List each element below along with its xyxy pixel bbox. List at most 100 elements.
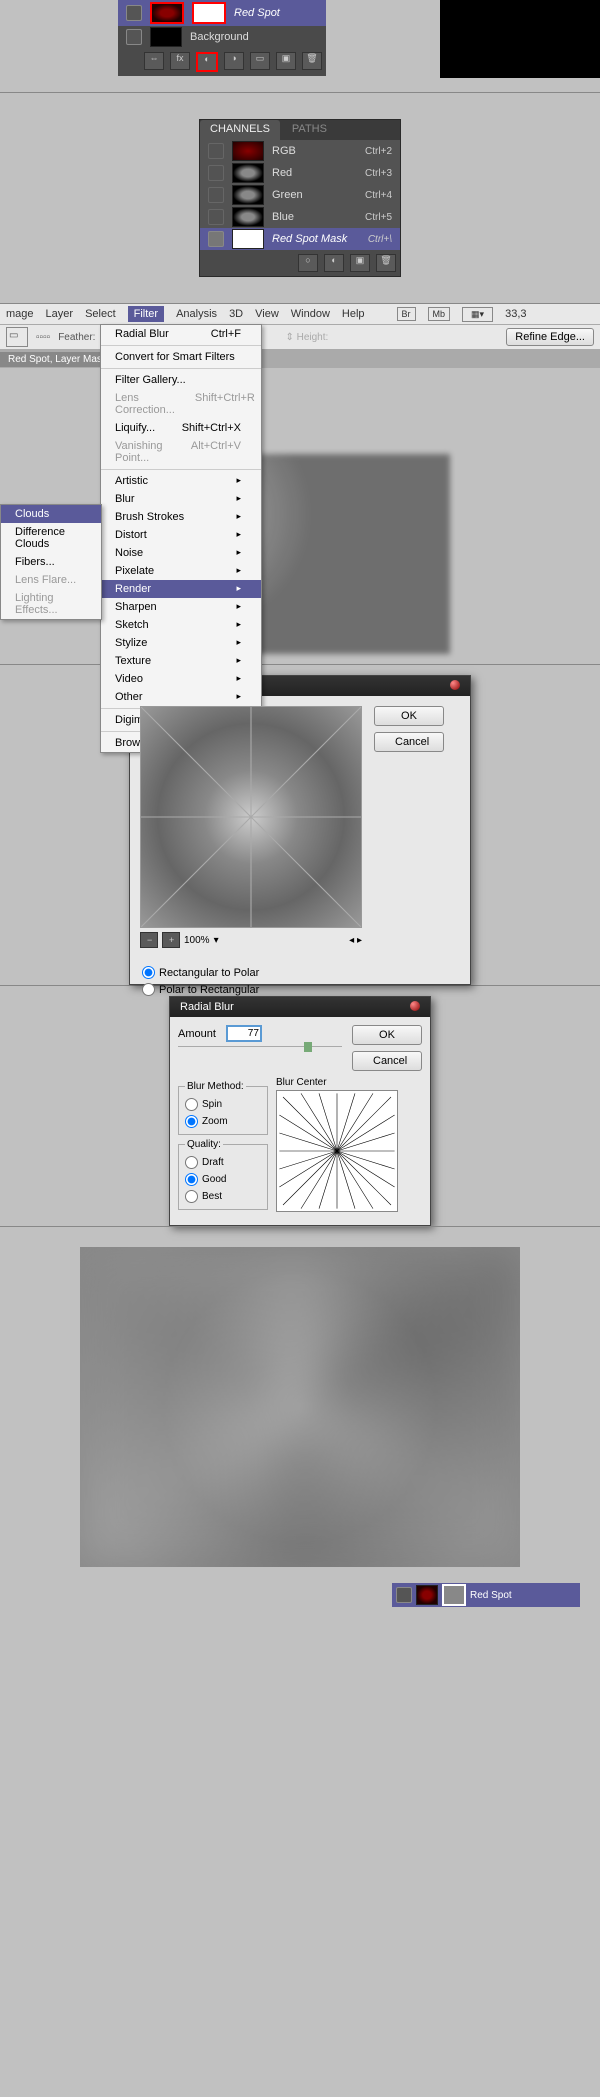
link-icon[interactable]: ⇔ — [144, 52, 164, 70]
menu-image[interactable]: mage — [6, 308, 34, 320]
cancel-button[interactable]: Cancel — [374, 732, 444, 752]
trash-icon[interactable]: 🗑 — [376, 254, 396, 272]
menu-item-pixelate[interactable]: Pixelate — [101, 562, 261, 580]
menu-item-last-filter[interactable]: Radial BlurCtrl+F — [101, 325, 261, 343]
menu-window[interactable]: Window — [291, 308, 330, 320]
menu-item-blur[interactable]: Blur — [101, 490, 261, 508]
new-layer-icon[interactable]: ▣ — [276, 52, 296, 70]
tab-channels[interactable]: CHANNELS — [200, 120, 280, 140]
layer-thumb[interactable] — [416, 1585, 438, 1605]
channel-thumb[interactable] — [232, 141, 264, 161]
zoom-in-button[interactable]: + — [162, 932, 180, 948]
visibility-icon[interactable] — [396, 1587, 412, 1603]
tool-preset-icon[interactable]: ▭ — [6, 327, 28, 347]
folder-icon[interactable]: ▭ — [250, 52, 270, 70]
menu-item[interactable]: Liquify...Shift+Ctrl+X — [101, 419, 261, 437]
channel-row[interactable]: Red Spot MaskCtrl+\ — [200, 228, 400, 250]
blur-center-widget[interactable] — [276, 1090, 398, 1212]
zoom-dropdown-icon[interactable]: ▾ — [214, 935, 219, 946]
layer-row[interactable]: Background — [118, 26, 326, 48]
layer-row-mini[interactable]: Red Spot — [392, 1583, 580, 1607]
amount-slider[interactable] — [304, 1042, 312, 1052]
visibility-icon[interactable] — [208, 165, 224, 181]
menu-item-convert-smart[interactable]: Convert for Smart Filters — [101, 348, 261, 366]
menu-item[interactable]: Difference Clouds — [1, 523, 101, 553]
radio-zoom[interactable]: Zoom — [185, 1113, 261, 1130]
menu-filter[interactable]: Filter — [128, 306, 164, 322]
menu-select[interactable]: Select — [85, 308, 116, 320]
menu-item-distort[interactable]: Distort — [101, 526, 261, 544]
close-icon[interactable] — [450, 680, 460, 690]
close-icon[interactable] — [410, 1001, 420, 1011]
channel-thumb[interactable] — [232, 229, 264, 249]
minibridge-icon[interactable]: Mb — [428, 307, 451, 321]
menu-item: Vanishing Point...Alt+Ctrl+V — [101, 437, 261, 467]
feather-label: Feather: — [58, 332, 95, 343]
tab-paths[interactable]: PATHS — [282, 120, 337, 140]
options-bar: ▭ ▫▫▫▫ Feather: ⇕ Height: Refine Edge... — [0, 325, 600, 350]
menu-item-artistic[interactable]: Artistic — [101, 472, 261, 490]
radio-best[interactable]: Best — [185, 1188, 261, 1205]
load-selection-icon[interactable]: ○ — [298, 254, 318, 272]
result-preview — [80, 1247, 520, 1567]
menu-item-texture[interactable]: Texture — [101, 652, 261, 670]
radial-blur-dialog: Radial Blur Amount OK Cancel — [169, 996, 431, 1226]
amount-input[interactable] — [226, 1025, 262, 1042]
menu-item-noise[interactable]: Noise — [101, 544, 261, 562]
menu-analysis[interactable]: Analysis — [176, 308, 217, 320]
visibility-icon[interactable] — [208, 231, 224, 247]
save-selection-icon[interactable]: ◐ — [324, 254, 344, 272]
channel-row[interactable]: BlueCtrl+5 — [200, 206, 400, 228]
screen-mode-icon[interactable]: ▦▾ — [462, 307, 493, 322]
visibility-icon[interactable] — [208, 209, 224, 225]
trash-icon[interactable]: 🗑 — [302, 52, 322, 70]
menu-3d[interactable]: 3D — [229, 308, 243, 320]
refine-edge-button[interactable]: Refine Edge... — [506, 328, 594, 346]
visibility-icon[interactable] — [208, 143, 224, 159]
channel-thumb[interactable] — [232, 163, 264, 183]
channel-thumb[interactable] — [232, 185, 264, 205]
visibility-icon[interactable] — [208, 187, 224, 203]
menu-item-sketch[interactable]: Sketch — [101, 616, 261, 634]
radio-good[interactable]: Good — [185, 1171, 261, 1188]
layer-thumb[interactable] — [150, 2, 184, 24]
menu-item-brush strokes[interactable]: Brush Strokes — [101, 508, 261, 526]
bridge-icon[interactable]: Br — [397, 307, 416, 321]
menu-item-other[interactable]: Other — [101, 688, 261, 706]
radio-draft[interactable]: Draft — [185, 1154, 261, 1171]
layer-mask-thumb[interactable] — [442, 1584, 466, 1606]
layers-footer: ⇔ fx ◐ ◑ ▭ ▣ 🗑 — [118, 48, 326, 76]
layer-row[interactable]: Red Spot — [118, 0, 326, 26]
channel-row[interactable]: RedCtrl+3 — [200, 162, 400, 184]
channel-row[interactable]: RGBCtrl+2 — [200, 140, 400, 162]
zoom-level[interactable]: 33,3 — [505, 308, 526, 320]
menu-item-sharpen[interactable]: Sharpen — [101, 598, 261, 616]
menu-item-video[interactable]: Video — [101, 670, 261, 688]
mask-icon[interactable]: ◐ — [196, 52, 218, 72]
zoom-out-button[interactable]: − — [140, 932, 158, 948]
new-channel-icon[interactable]: ▣ — [350, 254, 370, 272]
layer-mask-thumb[interactable] — [192, 2, 226, 24]
radio-spin[interactable]: Spin — [185, 1096, 261, 1113]
ok-button[interactable]: OK — [374, 706, 444, 726]
menu-view[interactable]: View — [255, 308, 279, 320]
menu-layer[interactable]: Layer — [46, 308, 74, 320]
adjustment-icon[interactable]: ◑ — [224, 52, 244, 70]
channel-row[interactable]: GreenCtrl+4 — [200, 184, 400, 206]
fx-icon[interactable]: fx — [170, 52, 190, 70]
visibility-icon[interactable] — [126, 5, 142, 21]
menu-item[interactable]: Clouds — [1, 505, 101, 523]
menu-help[interactable]: Help — [342, 308, 365, 320]
ok-button[interactable]: OK — [352, 1025, 422, 1045]
layer-thumb[interactable] — [150, 27, 182, 47]
channel-name: Red — [272, 167, 292, 179]
channel-name: Blue — [272, 211, 294, 223]
menu-item[interactable]: Fibers... — [1, 553, 101, 571]
channel-thumb[interactable] — [232, 207, 264, 227]
menu-item-stylize[interactable]: Stylize — [101, 634, 261, 652]
menu-item-filter-gallery[interactable]: Filter Gallery... — [101, 371, 261, 389]
visibility-icon[interactable] — [126, 29, 142, 45]
cancel-button[interactable]: Cancel — [352, 1051, 422, 1071]
menu-item-render[interactable]: Render — [101, 580, 261, 598]
radio-rect-to-polar[interactable]: Rectangular to Polar — [142, 964, 458, 981]
